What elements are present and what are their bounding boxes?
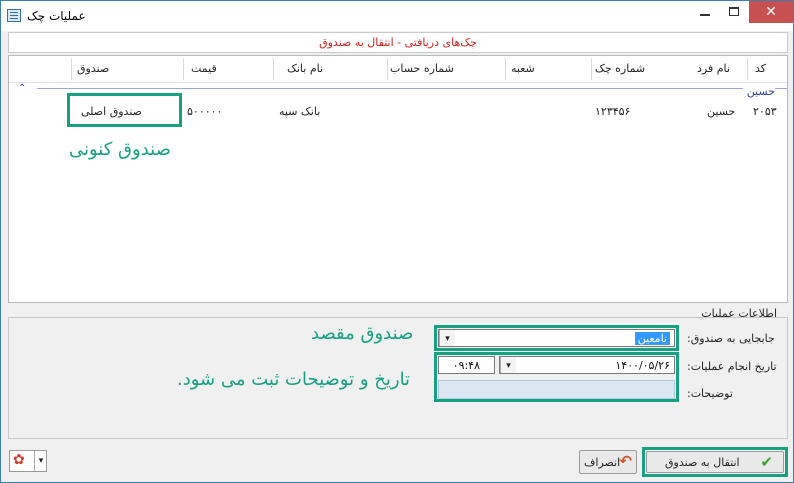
- target-fund-annotation: صندوق مقصد: [311, 323, 414, 344]
- description-field[interactable]: [438, 380, 675, 399]
- minimize-button[interactable]: [690, 1, 720, 23]
- transfer-to-fund-button[interactable]: انتقال به صندوق ✔: [646, 451, 784, 473]
- maximize-icon: [729, 7, 739, 16]
- column-separator: [273, 58, 274, 80]
- check-operations-window: عملیات چک ✕ چک‌های دریافتی - انتقال به ص…: [0, 0, 794, 483]
- maximize-button[interactable]: [719, 1, 749, 23]
- app-icon: [7, 9, 21, 22]
- column-separator: [71, 58, 72, 80]
- group-divider: [37, 88, 787, 89]
- time-field[interactable]: ۰۹:۴۸: [438, 356, 495, 374]
- lifebuoy-icon: ✿: [13, 452, 25, 468]
- description-label: توضیحات:: [687, 387, 733, 400]
- cell-bank[interactable]: بانک سپه: [279, 105, 320, 118]
- cell-check-number[interactable]: ۱۲۳۴۵۶: [595, 105, 630, 118]
- header-divider: [9, 82, 787, 83]
- column-header-account[interactable]: شماره حساب: [390, 62, 454, 75]
- collapse-group-icon[interactable]: ⌃: [18, 83, 26, 94]
- back-arrow-icon: ↶: [619, 452, 632, 470]
- date-combo[interactable]: ▾ ۱۴۰۰/۰۵/۲۶: [499, 356, 675, 374]
- cancel-button[interactable]: انصراف ↶: [579, 450, 637, 474]
- column-separator: [591, 58, 592, 80]
- column-separator: [387, 58, 388, 80]
- column-header-check-number[interactable]: شماره چک: [595, 62, 645, 75]
- minimize-icon: [700, 14, 710, 16]
- title-bar: عملیات چک ✕: [1, 1, 793, 31]
- column-separator: [747, 58, 748, 80]
- date-annotation: تاریخ و توضیحات ثبت می شود.: [177, 369, 411, 390]
- cancel-button-label: انصراف: [584, 456, 621, 469]
- transfer-button-label: انتقال به صندوق: [665, 456, 740, 469]
- date-label: تاریخ انجام عملیات:: [687, 360, 777, 373]
- group-label[interactable]: حسین: [742, 85, 775, 98]
- checkmark-icon: ✔: [760, 453, 773, 471]
- transfer-fund-value: نامعین: [634, 332, 670, 345]
- current-fund-annotation: صندوق کنونی: [69, 139, 171, 160]
- date-value: ۱۴۰۰/۰۵/۲۶: [615, 359, 670, 372]
- time-value: ۰۹:۴۸: [452, 359, 480, 372]
- column-header-fund[interactable]: صندوق: [77, 62, 109, 75]
- current-fund-highlight: [67, 93, 182, 127]
- column-separator: [505, 58, 506, 80]
- operation-subtitle: چک‌های دریافتی - انتقال به صندوق: [319, 36, 477, 49]
- cell-code[interactable]: ۲۰۵۳: [753, 105, 777, 118]
- cell-person[interactable]: حسین: [707, 105, 735, 118]
- transfer-fund-label: جابجایی به صندوق:: [687, 332, 775, 345]
- tools-combo[interactable]: ✿ ▾: [9, 450, 47, 472]
- window-title: عملیات چک: [27, 9, 86, 23]
- subtitle-strip: چک‌های دریافتی - انتقال به صندوق: [8, 32, 788, 53]
- column-header-bank[interactable]: نام بانک: [287, 62, 323, 75]
- transfer-fund-combo[interactable]: ▾ نامعین: [438, 329, 675, 347]
- cell-price[interactable]: ۵۰۰۰۰۰: [187, 105, 222, 118]
- column-header-branch[interactable]: شعبه: [511, 62, 535, 75]
- column-header-code[interactable]: کد: [755, 62, 766, 75]
- chevron-down-icon[interactable]: ▾: [500, 357, 516, 373]
- column-separator: [183, 58, 184, 80]
- chevron-down-icon[interactable]: ▾: [439, 330, 455, 346]
- column-header-person[interactable]: نام فرد: [697, 62, 730, 75]
- close-button[interactable]: ✕: [749, 1, 793, 23]
- chevron-down-icon[interactable]: ▾: [34, 451, 47, 471]
- column-header-price[interactable]: قیمت: [191, 62, 217, 75]
